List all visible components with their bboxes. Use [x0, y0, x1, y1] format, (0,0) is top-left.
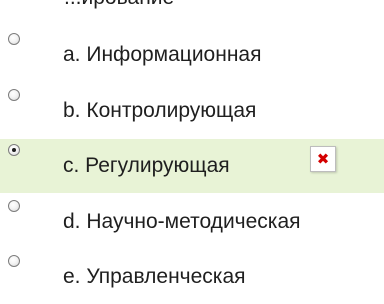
answer-label-c: c. Регулирующая [63, 154, 230, 177]
broken-image-x-icon: ✖ [316, 150, 330, 168]
radio-option-d[interactable] [8, 200, 20, 212]
radio-option-c-selected[interactable] [8, 144, 20, 156]
radio-selected-dot [12, 148, 16, 152]
answer-option-c[interactable]: c. Регулирующая ✖ [0, 139, 384, 193]
answer-label-b: b. Контролирующая [63, 99, 257, 122]
answer-option-e[interactable]: e. Управленческая [0, 250, 384, 304]
radio-option-e[interactable] [8, 255, 20, 267]
broken-image-icon: ✖ [310, 146, 336, 172]
answer-label-d: d. Научно-методическая [63, 210, 301, 233]
answer-option-a[interactable]: a. Информационная [0, 28, 384, 82]
answer-label-a: a. Информационная [63, 43, 262, 66]
answer-option-b[interactable]: b. Контролирующая [0, 84, 384, 138]
radio-option-a[interactable] [8, 33, 20, 45]
quiz-answer-list: ...ирование a. Информационная b. Контрол… [0, 0, 384, 288]
answer-label-e: e. Управленческая [63, 265, 246, 288]
answer-option-d[interactable]: d. Научно-методическая [0, 195, 384, 249]
question-text-fragment: ...ирование [64, 0, 174, 10]
radio-option-b[interactable] [8, 89, 20, 101]
